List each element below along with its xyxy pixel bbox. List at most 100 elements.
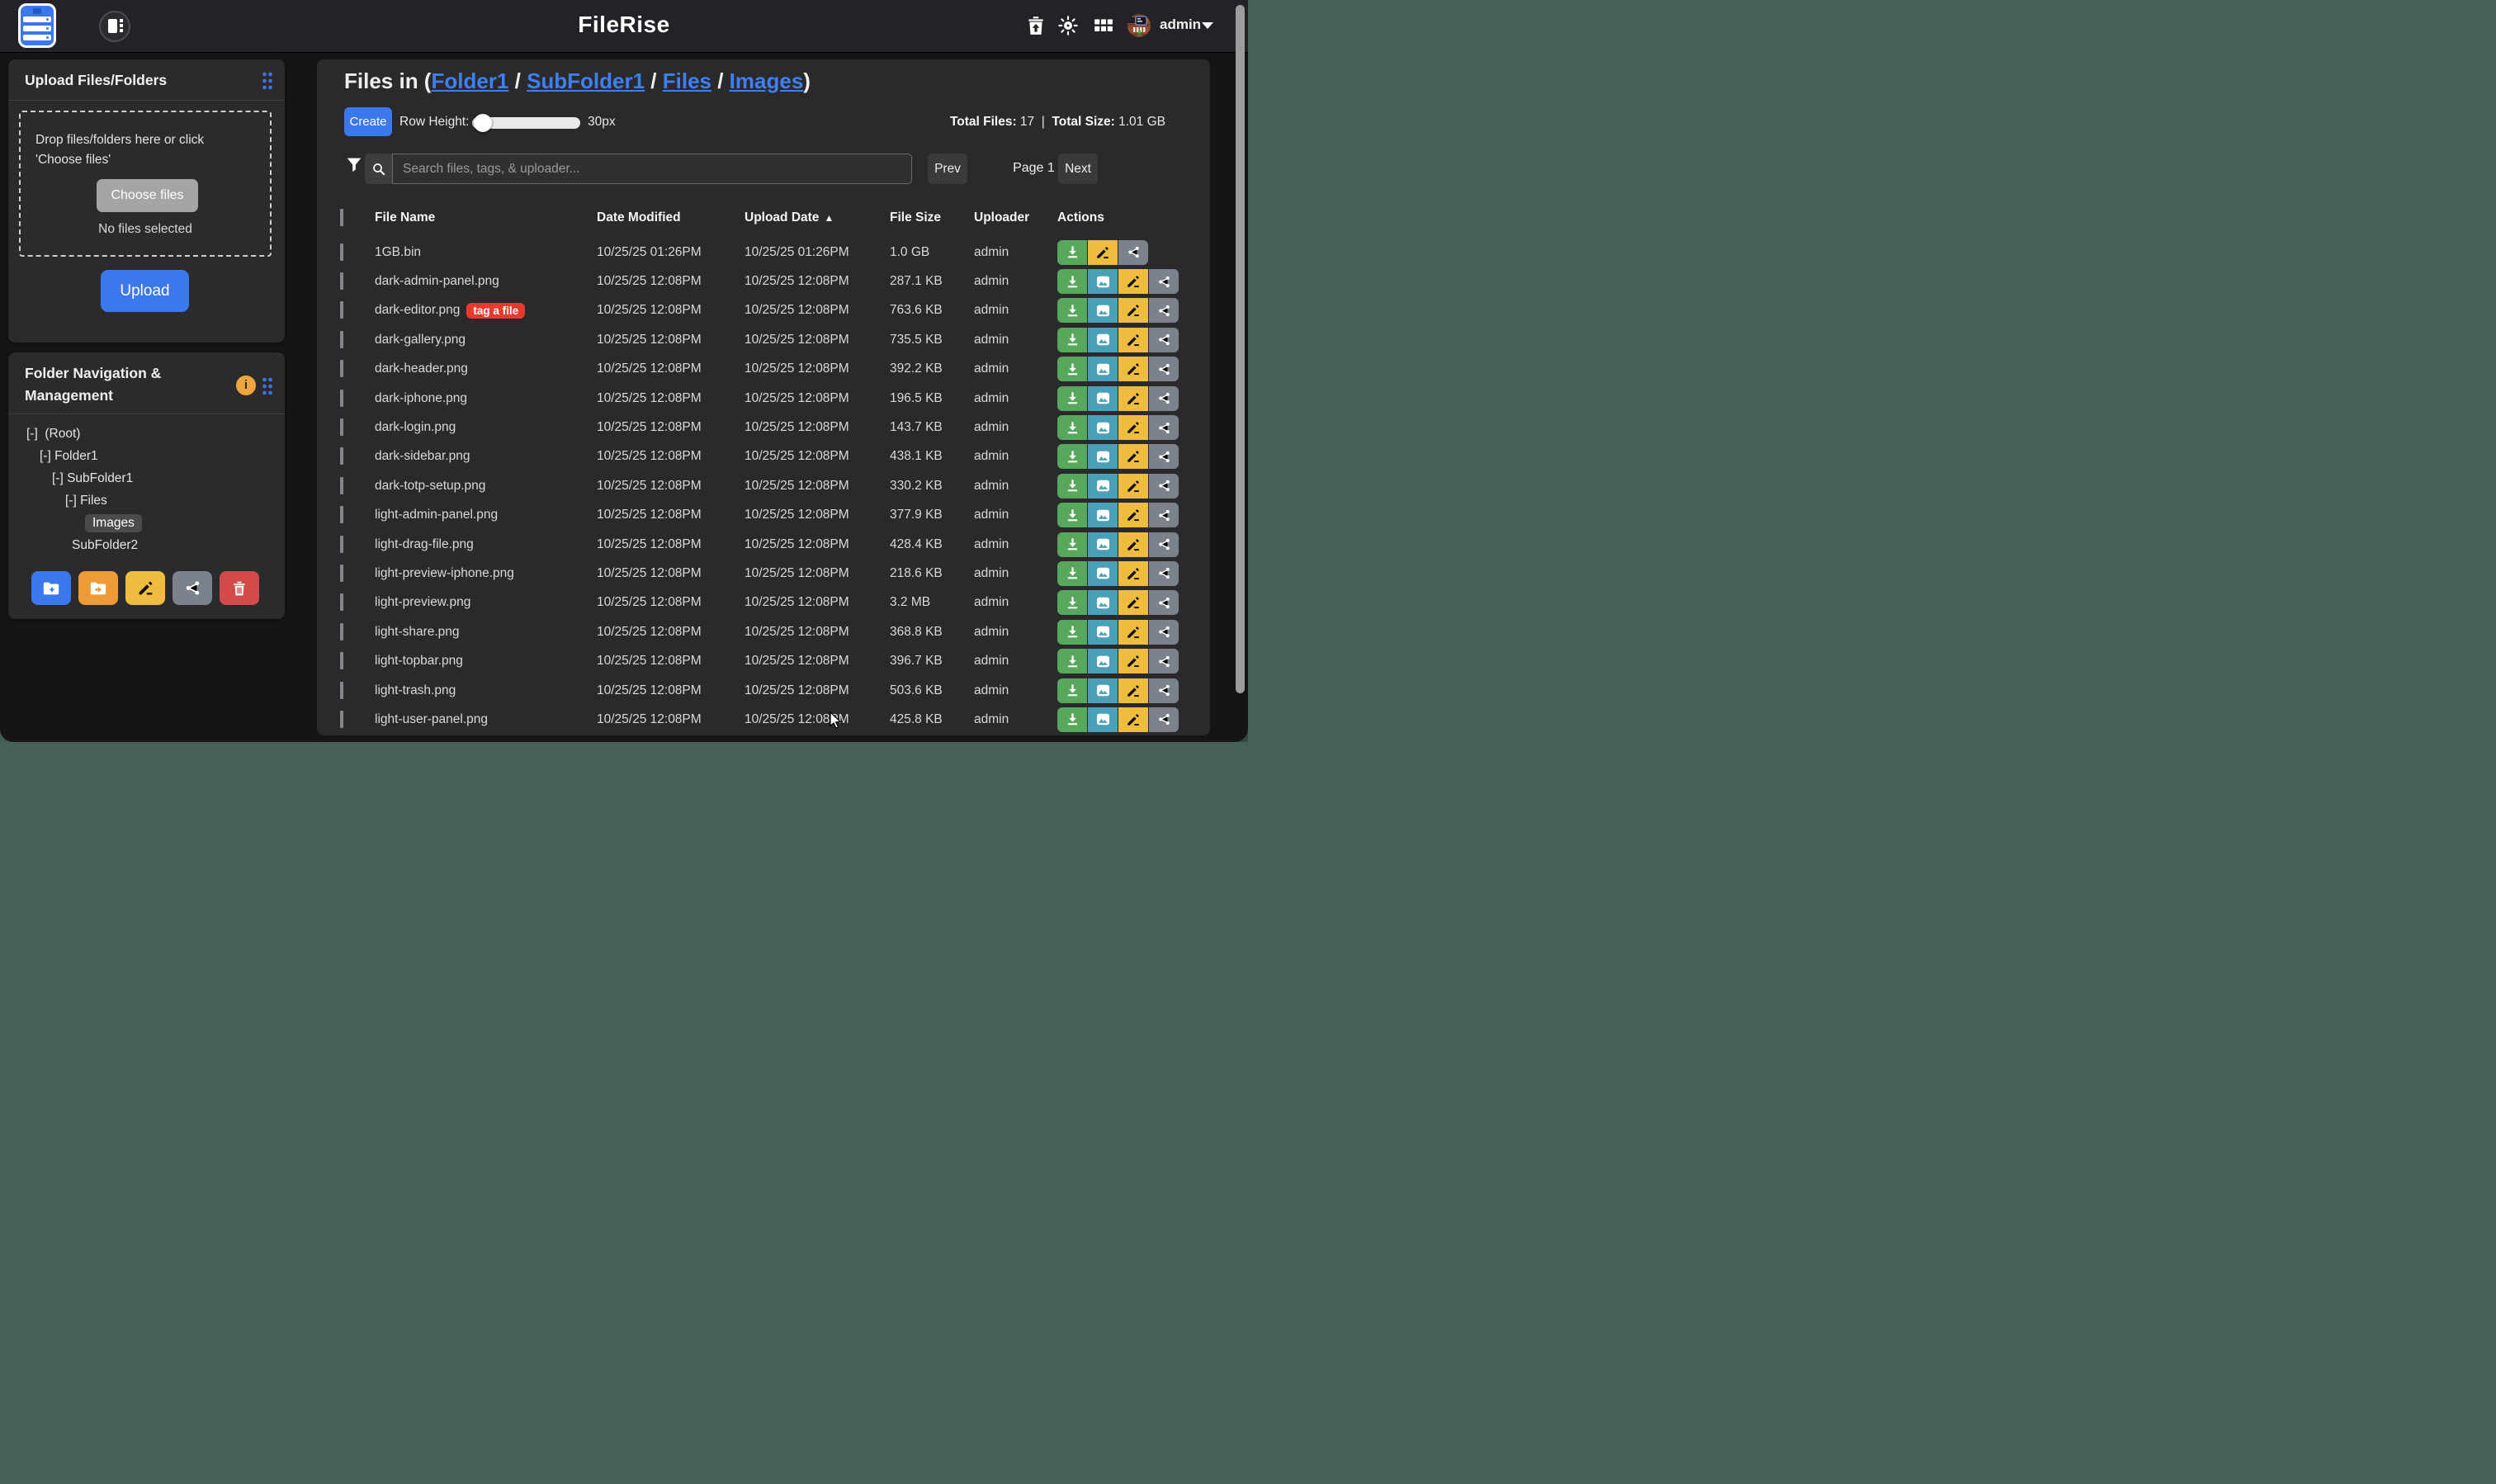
edit-button[interactable] bbox=[1088, 240, 1118, 265]
tree-node-subfolder1[interactable]: [-] SubFolder1 bbox=[52, 471, 133, 486]
table-row[interactable]: dark-admin-panel.png 10/25/25 12:08PM 10… bbox=[317, 267, 1210, 295]
edit-button[interactable] bbox=[1118, 415, 1148, 440]
trash-restore-icon[interactable] bbox=[1025, 15, 1047, 36]
preview-button[interactable] bbox=[1088, 415, 1118, 440]
preview-button[interactable] bbox=[1088, 620, 1118, 645]
share-button[interactable] bbox=[1149, 649, 1179, 673]
preview-button[interactable] bbox=[1088, 678, 1118, 703]
create-button[interactable]: Create bbox=[344, 107, 392, 136]
table-row[interactable]: dark-gallery.png 10/25/25 12:08PM 10/25/… bbox=[317, 325, 1210, 354]
edit-button[interactable] bbox=[1118, 561, 1148, 586]
table-row[interactable]: light-preview.png 10/25/25 12:08PM 10/25… bbox=[317, 588, 1210, 617]
download-button[interactable] bbox=[1057, 649, 1087, 673]
row-checkbox[interactable] bbox=[340, 272, 343, 290]
share-button[interactable] bbox=[1149, 678, 1179, 703]
table-row[interactable]: dark-totp-setup.png 10/25/25 12:08PM 10/… bbox=[317, 471, 1210, 500]
edit-button[interactable] bbox=[1118, 620, 1148, 645]
table-row[interactable]: light-trash.png 10/25/25 12:08PM 10/25/2… bbox=[317, 676, 1210, 705]
row-checkbox[interactable] bbox=[340, 506, 343, 523]
select-all-checkbox[interactable] bbox=[340, 209, 343, 226]
row-checkbox[interactable] bbox=[340, 593, 343, 611]
table-row[interactable]: light-drag-file.png 10/25/25 12:08PM 10/… bbox=[317, 530, 1210, 559]
edit-button[interactable] bbox=[1118, 590, 1148, 615]
next-page-button[interactable]: Next bbox=[1058, 154, 1098, 184]
choose-files-button[interactable]: Choose files bbox=[97, 179, 198, 212]
row-checkbox[interactable] bbox=[340, 682, 343, 699]
download-button[interactable] bbox=[1057, 269, 1087, 294]
preview-button[interactable] bbox=[1088, 474, 1118, 499]
share-button[interactable] bbox=[1149, 532, 1179, 557]
rename-folder-button[interactable] bbox=[125, 571, 165, 605]
column-header-uploader[interactable]: Uploader bbox=[974, 210, 1057, 225]
row-checkbox[interactable] bbox=[340, 243, 343, 261]
share-button[interactable] bbox=[1149, 474, 1179, 499]
create-folder-button[interactable] bbox=[31, 571, 71, 605]
share-button[interactable] bbox=[1149, 707, 1179, 732]
table-row[interactable]: light-share.png 10/25/25 12:08PM 10/25/2… bbox=[317, 617, 1210, 646]
theme-sun-icon[interactable] bbox=[1057, 15, 1079, 36]
file-dropzone[interactable]: Drop files/folders here or click 'Choose… bbox=[19, 111, 272, 257]
table-row[interactable]: 1GB.bin 10/25/25 01:26PM 10/25/25 01:26P… bbox=[317, 238, 1210, 267]
row-checkbox[interactable] bbox=[340, 565, 343, 582]
breadcrumb-link-folder1[interactable]: Folder1 bbox=[431, 69, 508, 93]
preview-button[interactable] bbox=[1088, 444, 1118, 469]
row-checkbox[interactable] bbox=[340, 390, 343, 407]
tree-node-files[interactable]: [-] Files bbox=[65, 494, 107, 508]
edit-button[interactable] bbox=[1118, 678, 1148, 703]
share-button[interactable] bbox=[1149, 386, 1179, 411]
column-header-file-name[interactable]: File Name bbox=[375, 210, 597, 225]
table-row[interactable]: light-preview-iphone.png 10/25/25 12:08P… bbox=[317, 559, 1210, 588]
share-button[interactable] bbox=[1149, 415, 1179, 440]
delete-folder-button[interactable] bbox=[220, 571, 259, 605]
edit-button[interactable] bbox=[1118, 444, 1148, 469]
row-checkbox[interactable] bbox=[340, 360, 343, 377]
move-folder-button[interactable] bbox=[78, 571, 118, 605]
row-checkbox[interactable] bbox=[340, 447, 343, 465]
share-button[interactable] bbox=[1149, 503, 1179, 527]
download-button[interactable] bbox=[1057, 415, 1087, 440]
column-header-upload-date[interactable]: Upload Date▲ bbox=[745, 210, 890, 225]
download-button[interactable] bbox=[1057, 328, 1087, 352]
row-checkbox[interactable] bbox=[340, 477, 343, 494]
row-checkbox[interactable] bbox=[340, 711, 343, 728]
preview-button[interactable] bbox=[1088, 590, 1118, 615]
row-checkbox[interactable] bbox=[340, 623, 343, 640]
tree-node-images[interactable]: Images bbox=[85, 514, 142, 532]
prev-page-button[interactable]: Prev bbox=[928, 154, 967, 184]
edit-button[interactable] bbox=[1118, 532, 1148, 557]
preview-button[interactable] bbox=[1088, 328, 1118, 352]
preview-button[interactable] bbox=[1088, 269, 1118, 294]
edit-button[interactable] bbox=[1118, 386, 1148, 411]
preview-button[interactable] bbox=[1088, 357, 1118, 381]
row-checkbox[interactable] bbox=[340, 331, 343, 348]
edit-button[interactable] bbox=[1118, 298, 1148, 323]
share-button[interactable] bbox=[1118, 240, 1148, 265]
download-button[interactable] bbox=[1057, 620, 1087, 645]
user-avatar[interactable] bbox=[1127, 14, 1151, 37]
column-header-date-modified[interactable]: Date Modified bbox=[597, 210, 745, 225]
info-icon[interactable]: i bbox=[236, 376, 256, 395]
grid-view-icon[interactable] bbox=[1093, 15, 1114, 36]
search-icon[interactable] bbox=[365, 154, 392, 184]
download-button[interactable] bbox=[1057, 678, 1087, 703]
download-button[interactable] bbox=[1057, 532, 1087, 557]
share-button[interactable] bbox=[1149, 561, 1179, 586]
preview-button[interactable] bbox=[1088, 649, 1118, 673]
edit-button[interactable] bbox=[1118, 328, 1148, 352]
breadcrumb-link-images[interactable]: Images bbox=[730, 69, 804, 93]
table-row[interactable]: light-admin-panel.png 10/25/25 12:08PM 1… bbox=[317, 501, 1210, 530]
preview-button[interactable] bbox=[1088, 561, 1118, 586]
row-height-slider[interactable] bbox=[472, 117, 580, 129]
filter-icon[interactable] bbox=[345, 155, 363, 173]
download-button[interactable] bbox=[1057, 561, 1087, 586]
caret-down-icon[interactable] bbox=[1202, 22, 1213, 29]
share-button[interactable] bbox=[1149, 444, 1179, 469]
slider-knob[interactable] bbox=[474, 114, 492, 132]
table-row[interactable]: dark-iphone.png 10/25/25 12:08PM 10/25/2… bbox=[317, 384, 1210, 413]
edit-button[interactable] bbox=[1118, 357, 1148, 381]
breadcrumb-link-files[interactable]: Files bbox=[663, 69, 711, 93]
table-row[interactable]: dark-login.png 10/25/25 12:08PM 10/25/25… bbox=[317, 413, 1210, 442]
download-button[interactable] bbox=[1057, 590, 1087, 615]
preview-button[interactable] bbox=[1088, 298, 1118, 323]
upload-button[interactable]: Upload bbox=[101, 270, 189, 312]
